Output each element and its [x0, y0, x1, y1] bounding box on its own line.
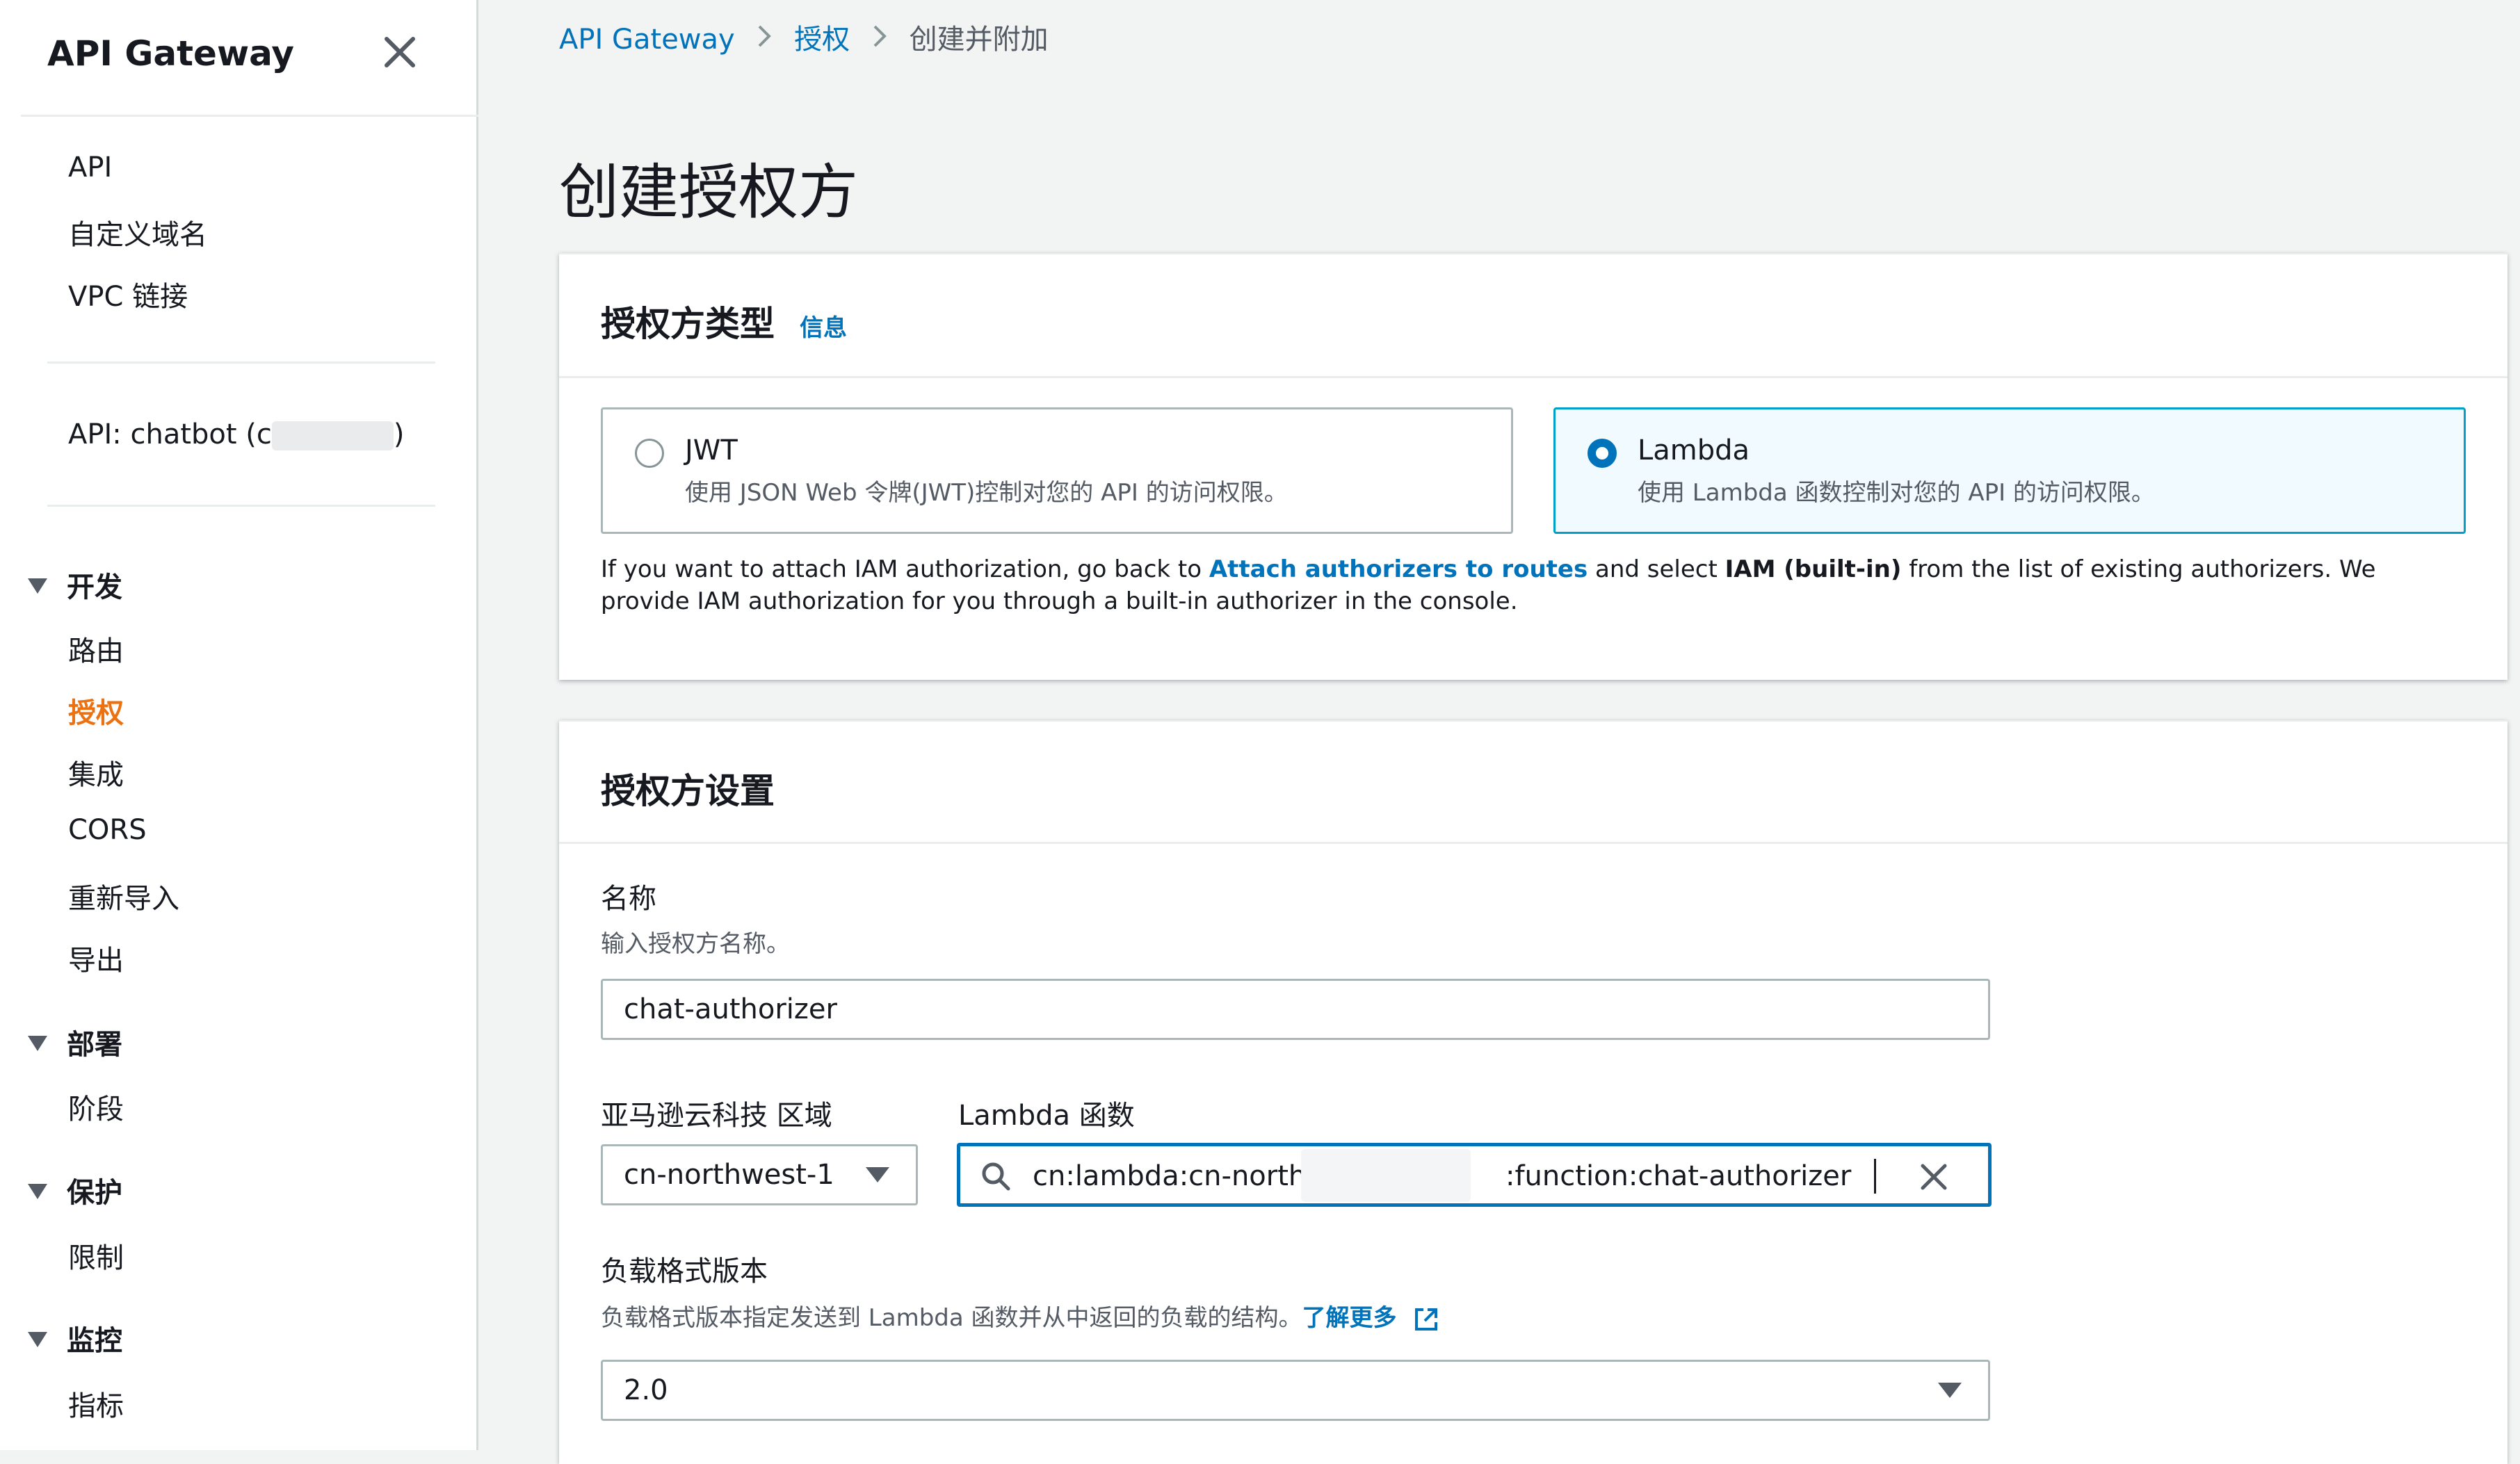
- note-text: and select: [1588, 555, 1725, 583]
- breadcrumb-current: 创建并附加: [909, 24, 1049, 56]
- name-input[interactable]: chat-authorizer: [601, 979, 1990, 1040]
- caret-down-icon: [28, 578, 47, 594]
- lambda-function-search-input[interactable]: cn:lambda:cn-northwest-1:76 :function:ch…: [957, 1143, 1992, 1207]
- section-title: 部署: [67, 1029, 122, 1061]
- breadcrumb: API Gateway 授权 创建并附加: [559, 17, 1049, 57]
- chevron-right-icon: [859, 24, 900, 56]
- note-bold: IAM (built-in): [1725, 555, 1902, 583]
- sidebar-divider: [47, 361, 435, 364]
- name-label: 名称: [601, 883, 656, 915]
- sidebar-item-authorization[interactable]: 授权: [68, 690, 124, 731]
- sidebar-section-develop[interactable]: 开发: [28, 564, 122, 605]
- caret-down-icon: [866, 1167, 889, 1182]
- api-label-suffix: ): [393, 418, 405, 450]
- panel-header: 授权方类型 信息: [559, 254, 2507, 378]
- lambda-label: Lambda: [1638, 434, 1750, 466]
- sidebar-section-deploy[interactable]: 部署: [28, 1022, 122, 1062]
- sidebar-item-metrics[interactable]: 指标: [68, 1383, 124, 1424]
- lambda-arn-right: :function:chat-authorizer: [1505, 1160, 1852, 1192]
- jwt-label: JWT: [685, 434, 738, 466]
- authorizer-type-lambda-tile[interactable]: Lambda 使用 Lambda 函数控制对您的 API 的访问权限。: [1553, 407, 2466, 534]
- note-text: If you want to attach IAM authorization,…: [601, 555, 1209, 583]
- chevron-right-icon: [743, 24, 785, 56]
- external-link-icon[interactable]: [1412, 1306, 1440, 1333]
- jwt-radio[interactable]: [635, 439, 664, 468]
- lambda-radio[interactable]: [1588, 439, 1617, 468]
- sidebar-item-vpc-link[interactable]: VPC 链接: [68, 274, 188, 314]
- lambda-description: 使用 Lambda 函数控制对您的 API 的访问权限。: [1638, 479, 2155, 507]
- sidebar-item-routes[interactable]: 路由: [68, 628, 124, 669]
- payload-version-select[interactable]: 2.0: [601, 1360, 1990, 1421]
- region-select-value: cn-northwest-1: [624, 1159, 834, 1191]
- section-title: 开发: [67, 571, 122, 603]
- sidebar-item-reimport[interactable]: 重新导入: [68, 876, 179, 916]
- attach-authorizers-link[interactable]: Attach authorizers to routes: [1209, 555, 1588, 583]
- iam-note: If you want to attach IAM authorization,…: [601, 553, 2450, 617]
- payload-version-description: 负载格式版本指定发送到 Lambda 函数并从中返回的负载的结构。了解更多: [601, 1299, 1440, 1333]
- sidebar-section-monitor[interactable]: 监控: [28, 1318, 122, 1358]
- panel-title: 授权方设置: [601, 771, 775, 811]
- info-link[interactable]: 信息: [800, 314, 847, 342]
- region-label: 亚马逊云科技 区域: [601, 1100, 832, 1132]
- caret-down-icon: [28, 1332, 47, 1347]
- sidebar-item-api[interactable]: API: [68, 152, 112, 184]
- sidebar-item-throttling[interactable]: 限制: [68, 1235, 124, 1276]
- redacted-account-id: [1301, 1149, 1471, 1202]
- redacted-id: [271, 421, 394, 450]
- payload-version-label: 负载格式版本: [601, 1255, 768, 1287]
- authorizer-type-jwt-tile[interactable]: JWT 使用 JSON Web 令牌(JWT)控制对您的 API 的访问权限。: [601, 407, 1513, 534]
- sidebar-api-selector[interactable]: API: chatbot (c): [68, 418, 404, 450]
- close-icon[interactable]: [375, 28, 424, 76]
- caret-down-icon: [28, 1184, 47, 1199]
- payload-version-value: 2.0: [624, 1374, 668, 1406]
- lambda-function-label: Lambda 函数: [958, 1100, 1135, 1132]
- api-label-prefix: API: chatbot (c: [68, 418, 272, 450]
- section-title: 保护: [67, 1177, 122, 1209]
- breadcrumb-api-gateway[interactable]: API Gateway: [559, 24, 735, 56]
- clear-icon[interactable]: [1917, 1160, 1950, 1194]
- payload-desc-text: 负载格式版本指定发送到 Lambda 函数并从中返回的负载的结构。: [601, 1304, 1302, 1332]
- authorizer-settings-panel: 授权方设置 名称 输入授权方名称。 chat-authorizer 亚马逊云科技…: [559, 720, 2507, 1464]
- sidebar-item-integrations[interactable]: 集成: [68, 752, 124, 792]
- sidebar-item-custom-domain[interactable]: 自定义域名: [68, 212, 207, 252]
- sidebar-divider: [47, 505, 435, 507]
- panel-title-text: 授权方类型: [601, 304, 775, 344]
- side-navigation: API Gateway API 自定义域名 VPC 链接 API: chatbo…: [0, 0, 478, 1450]
- caret-down-icon: [28, 1036, 47, 1051]
- breadcrumb-authorization[interactable]: 授权: [794, 24, 850, 56]
- authorizer-type-panel: 授权方类型 信息 JWT 使用 JSON Web 令牌(JWT)控制对您的 API…: [559, 253, 2507, 680]
- sidebar-item-stages[interactable]: 阶段: [68, 1087, 124, 1127]
- name-input-value: chat-authorizer: [624, 993, 837, 1025]
- sidebar-title[interactable]: API Gateway: [47, 33, 294, 74]
- sidebar-item-cors[interactable]: CORS: [68, 814, 147, 846]
- section-title: 监控: [67, 1325, 122, 1357]
- region-select[interactable]: cn-northwest-1: [601, 1144, 918, 1205]
- caret-down-icon: [1938, 1383, 1962, 1398]
- name-description: 输入授权方名称。: [601, 930, 790, 958]
- panel-header: 授权方设置: [559, 722, 2507, 844]
- search-icon: [982, 1162, 1010, 1191]
- jwt-description: 使用 JSON Web 令牌(JWT)控制对您的 API 的访问权限。: [685, 479, 1288, 507]
- sidebar-section-protect[interactable]: 保护: [28, 1170, 122, 1210]
- text-cursor: [1874, 1159, 1876, 1194]
- sidebar-item-export[interactable]: 导出: [68, 938, 124, 978]
- panel-title: 授权方类型 信息: [601, 296, 847, 346]
- learn-more-link[interactable]: 了解更多: [1302, 1304, 1397, 1332]
- page-title: 创建授权方: [559, 158, 858, 227]
